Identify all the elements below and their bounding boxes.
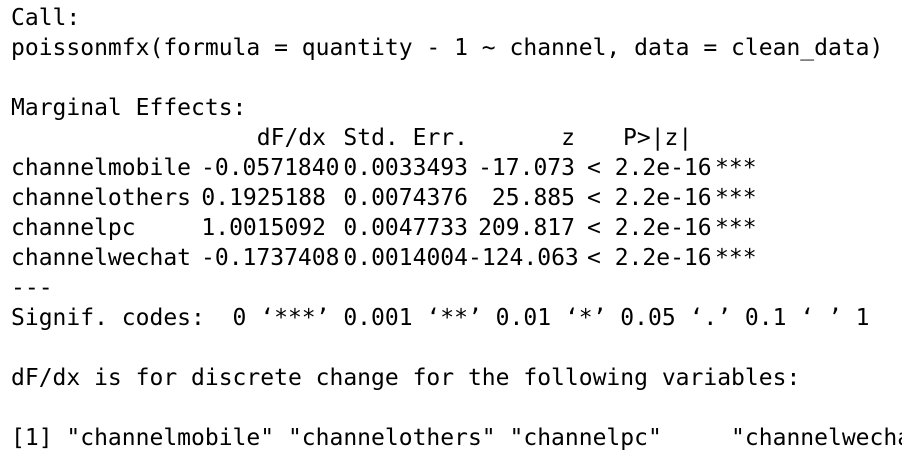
row-name: channelmobile (11, 155, 192, 181)
row-dfdx: 1.0015092 (201, 215, 326, 241)
row-std-err: 0.0033493 (343, 155, 468, 181)
row-p-value: < 2.2e-16 (587, 155, 712, 181)
signif-codes: Signif. codes: 0 ‘***’ 0.001 ‘**’ 0.01 ‘… (11, 305, 870, 331)
header-p-value: P>|z| (623, 125, 693, 151)
row-z: 25.885 (491, 185, 575, 211)
discrete-change-note: dF/dx is for discrete change for the fol… (11, 365, 801, 391)
header-std-err: Std. Err. (343, 125, 468, 151)
table-header-row: dF/dx Std. Err. z P>|z| (11, 123, 902, 153)
row-name: channelothers (11, 185, 192, 211)
header-name-spacer (11, 123, 201, 153)
row-p-value: < 2.2e-16 (587, 185, 712, 211)
row-z: -17.073 (478, 155, 575, 181)
row-p-value: < 2.2e-16 (587, 245, 712, 271)
row-significance: *** (715, 215, 757, 241)
row-significance: *** (715, 155, 757, 181)
marginal-effects-title: Marginal Effects: (11, 95, 247, 121)
table-row: channelothers 0.1925188 0.0074376 25.885… (11, 183, 902, 213)
row-z: -124.063 (468, 245, 579, 271)
row-name: channelwechat (11, 245, 192, 271)
row-std-err: 0.0074376 (343, 185, 468, 211)
header-z: z (561, 125, 575, 151)
row-dfdx: -0.1737408 (201, 245, 340, 271)
table-row: channelpc 1.0015092 0.0047733 209.817 < … (11, 213, 902, 243)
variables-vector-output: [1] "channelmobile" "channelothers" "cha… (11, 425, 902, 451)
r-console-output: Call: poissonmfx(formula = quantity - 1 … (0, 0, 902, 464)
row-dfdx: -0.0571840 (201, 155, 340, 181)
row-significance: *** (715, 185, 757, 211)
table-row: channelwechat -0.1737408 0.0014004 -124.… (11, 243, 902, 273)
call-label: Call: (11, 5, 81, 31)
call-expression: poissonmfx(formula = quantity - 1 ~ chan… (11, 35, 884, 61)
separator-line: --- (11, 275, 53, 301)
table-row: channelmobile -0.0571840 0.0033493 -17.0… (11, 153, 902, 183)
row-p-value: < 2.2e-16 (587, 215, 712, 241)
row-std-err: 0.0047733 (343, 215, 468, 241)
row-dfdx: 0.1925188 (201, 185, 326, 211)
row-significance: *** (715, 245, 757, 271)
row-z: 209.817 (478, 215, 575, 241)
row-name: channelpc (11, 215, 136, 241)
row-std-err: 0.0014004 (343, 245, 468, 271)
header-dfdx: dF/dx (256, 125, 326, 151)
